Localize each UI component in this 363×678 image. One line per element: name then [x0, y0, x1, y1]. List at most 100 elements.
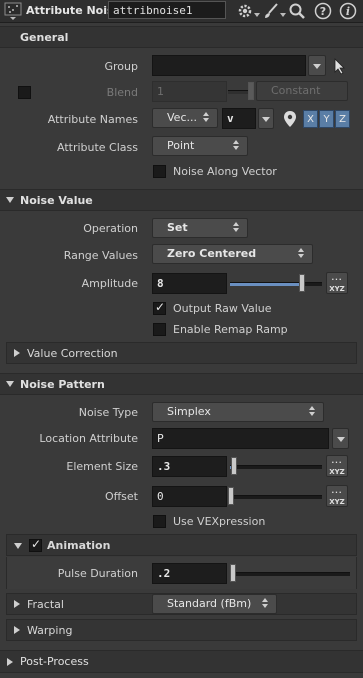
component-x-button[interactable]: X — [303, 110, 318, 128]
location-attribute-label: Location Attribute — [39, 432, 138, 445]
warping-label: Warping — [27, 624, 73, 637]
section-noise-value[interactable]: Noise Value — [0, 189, 363, 211]
group-field[interactable] — [152, 55, 306, 76]
location-attribute-field[interactable]: P — [152, 428, 329, 449]
value-correction-folder[interactable]: Value Correction — [6, 342, 357, 364]
section-post-process-title: Post-Process — [20, 655, 89, 668]
attribute-noise-node-icon[interactable] — [4, 2, 22, 20]
offset-slider-handle[interactable] — [228, 487, 234, 505]
attribute-class-label: Attribute Class — [56, 141, 138, 154]
element-size-field[interactable]: .3 — [152, 456, 227, 477]
range-values-menu[interactable]: Zero Centered — [152, 244, 313, 264]
blend-field: 1 — [152, 81, 227, 102]
component-z-button[interactable]: Z — [335, 110, 350, 128]
blend-slider-handle — [248, 82, 254, 100]
collapse-arrow-icon[interactable] — [6, 381, 14, 387]
amplitude-slider-handle[interactable] — [299, 274, 305, 292]
element-size-label: Element Size — [66, 460, 138, 473]
amplitude-field[interactable]: 8 — [152, 273, 227, 294]
group-label: Group — [104, 60, 139, 73]
parameter-editor-header: Attribute Noise attribnoise1 ? i — [0, 0, 363, 23]
range-values-label: Range Values — [63, 249, 138, 262]
operation-value: Set — [167, 221, 188, 234]
noise-type-value: Simplex — [167, 405, 211, 418]
amplitude-vector-toggle-label: XYZ — [329, 285, 345, 293]
output-raw-value-checkbox[interactable]: ✓ — [153, 300, 166, 315]
animation-enable-checkbox[interactable]: ✓ — [29, 537, 42, 552]
element-size-vector-toggle-label: XYZ — [329, 468, 345, 476]
pulse-duration-label: Pulse Duration — [57, 567, 138, 580]
offset-vector-toggle-button[interactable]: ··· XYZ — [326, 485, 348, 507]
expand-arrow-icon[interactable] — [14, 626, 20, 634]
noise-along-vector-label: Noise Along Vector — [173, 165, 277, 178]
blend-label: Blend — [106, 86, 138, 99]
collapse-arrow-icon[interactable] — [14, 543, 22, 549]
pin-icon[interactable] — [283, 110, 297, 128]
use-vexpression-checkbox[interactable] — [153, 515, 166, 528]
location-attribute-dropdown-button[interactable] — [332, 428, 349, 449]
range-values-value: Zero Centered — [167, 247, 257, 260]
attribute-class-menu[interactable]: Point — [152, 136, 248, 156]
offset-slider-track[interactable] — [230, 495, 322, 499]
amplitude-label: Amplitude — [81, 277, 138, 290]
fractal-type-menu[interactable]: Standard (fBm) — [152, 594, 277, 614]
group-dropdown-button[interactable] — [308, 55, 326, 76]
blend-mode-menu: Constant — [256, 81, 348, 101]
operation-label: Operation — [83, 222, 138, 235]
animation-label: Animation — [47, 539, 111, 552]
animation-folder[interactable]: ✓ Animation — [6, 534, 357, 556]
component-y-button[interactable]: Y — [319, 110, 334, 128]
expand-arrow-icon[interactable] — [14, 349, 20, 357]
attribute-names-field[interactable]: v — [222, 108, 256, 129]
amplitude-slider-track[interactable] — [230, 282, 322, 286]
info-icon[interactable]: i — [339, 2, 357, 20]
section-noise-pattern[interactable]: Noise Pattern — [0, 373, 363, 395]
attribute-class-value: Point — [167, 139, 195, 152]
node-type-label: Attribute Noise — [26, 4, 122, 17]
value-correction-label: Value Correction — [27, 347, 118, 360]
gear-menu-arrow-icon[interactable] — [254, 13, 260, 17]
warping-folder[interactable]: Warping — [6, 619, 357, 641]
fractal-label: Fractal — [27, 598, 64, 611]
blend-slider-track — [228, 90, 248, 94]
checkmark-icon: ✓ — [155, 300, 166, 314]
use-vexpression-label: Use VEXpression — [173, 515, 266, 528]
gear-icon[interactable] — [236, 2, 254, 20]
section-general: General — [0, 26, 363, 48]
expand-arrow-icon[interactable] — [14, 600, 20, 608]
element-size-vector-toggle-button[interactable]: ··· XYZ — [326, 455, 348, 477]
offset-label: Offset — [104, 490, 138, 503]
noise-along-vector-checkbox[interactable] — [153, 165, 166, 178]
element-size-slider-track[interactable] — [230, 465, 322, 469]
pulse-duration-slider-track[interactable] — [230, 572, 350, 576]
checkmark-icon: ✓ — [31, 537, 42, 551]
select-arrow-icon[interactable] — [332, 57, 348, 75]
blend-mode-value: Constant — [271, 84, 321, 97]
noise-type-menu[interactable]: Simplex — [152, 402, 324, 422]
pulse-duration-field[interactable]: .2 — [152, 563, 227, 584]
section-noise-value-title: Noise Value — [20, 194, 93, 207]
amplitude-slider-fill — [230, 283, 302, 286]
expand-arrow-icon[interactable] — [7, 658, 13, 666]
element-size-slider-handle[interactable] — [231, 457, 237, 475]
attribute-type-menu[interactable]: Vec... — [152, 108, 218, 128]
pulse-duration-slider-handle[interactable] — [230, 564, 236, 582]
amplitude-vector-toggle-button[interactable]: ··· XYZ — [326, 272, 348, 294]
svg-text:i: i — [346, 5, 350, 18]
node-name-field[interactable]: attribnoise1 — [108, 1, 226, 19]
enable-remap-ramp-label: Enable Remap Ramp — [173, 323, 288, 336]
brush-menu-arrow-icon[interactable] — [280, 13, 286, 17]
attribute-names-dropdown-button[interactable] — [258, 108, 274, 129]
collapse-arrow-icon[interactable] — [6, 197, 14, 203]
enable-remap-ramp-checkbox[interactable] — [153, 323, 166, 336]
operation-menu[interactable]: Set — [152, 218, 248, 238]
offset-field[interactable]: 0 — [152, 486, 227, 507]
help-icon[interactable]: ? — [314, 2, 332, 20]
section-noise-pattern-title: Noise Pattern — [20, 378, 105, 391]
brush-icon[interactable] — [262, 2, 280, 20]
search-icon[interactable] — [288, 2, 306, 20]
svg-text:?: ? — [320, 5, 326, 18]
section-post-process[interactable]: Post-Process — [0, 650, 363, 673]
attribute-names-label: Attribute Names — [47, 113, 138, 126]
offset-vector-toggle-label: XYZ — [329, 498, 345, 506]
